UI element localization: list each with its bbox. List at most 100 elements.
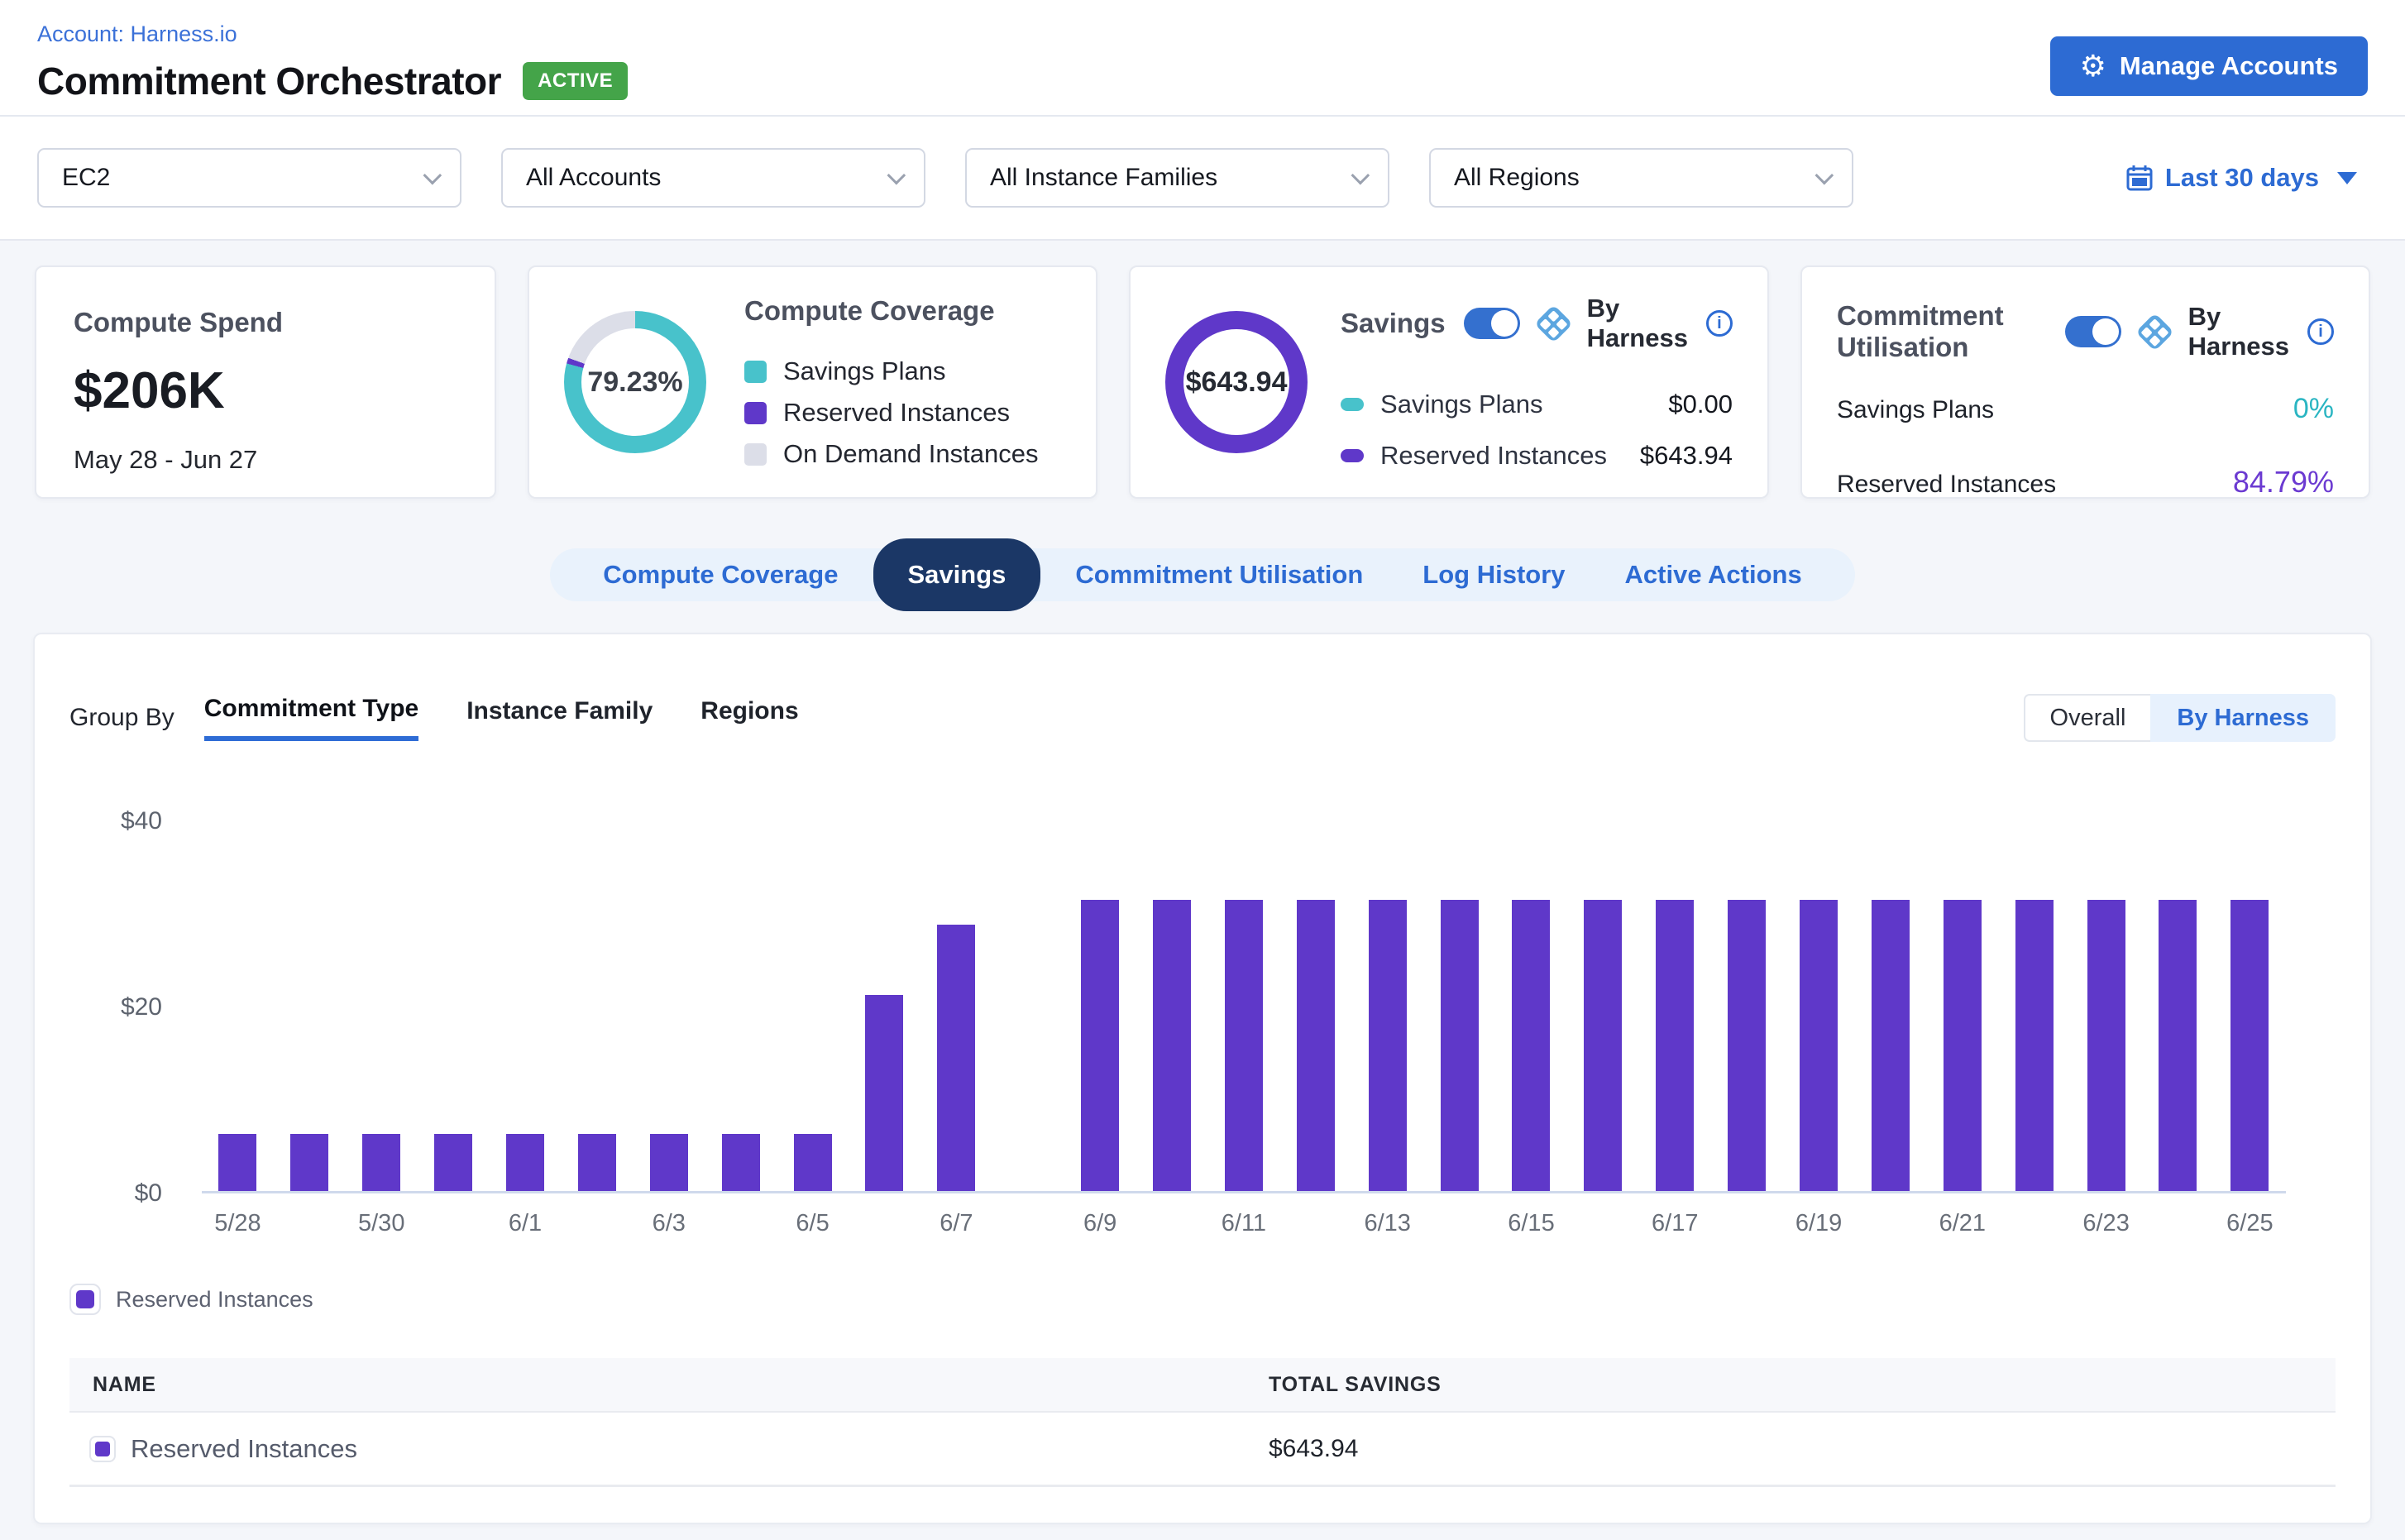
chart-bar-6/19 [1800, 900, 1838, 1191]
x-tick-label: 5/28 [202, 1210, 274, 1237]
x-tick-label: 6/13 [1351, 1210, 1423, 1237]
bar-slot [561, 821, 633, 1191]
legend-swatch [76, 1290, 94, 1308]
toggle-knob [2092, 318, 2119, 345]
x-tick-label: 6/9 [1064, 1210, 1136, 1237]
date-range-picker[interactable]: Last 30 days [2125, 163, 2357, 193]
x-tick-label [2142, 1210, 2214, 1237]
y-tick: $20 [121, 993, 162, 1021]
bar-slot [777, 821, 849, 1191]
x-axis: 5/285/306/16/36/56/76/96/116/136/156/176… [202, 1210, 2286, 1237]
harness-logo-icon [2135, 313, 2174, 352]
chevron-down-icon [1815, 166, 1834, 185]
info-icon[interactable]: i [1706, 310, 1733, 337]
row-name: Reserved Instances [131, 1434, 357, 1464]
reserved-instances-legend-checkbox[interactable] [69, 1284, 101, 1315]
chart-bar-6/7 [937, 925, 975, 1191]
bar-slot [1854, 821, 1926, 1191]
account-link[interactable]: Account: Harness.io [37, 22, 237, 47]
tabbar: Compute Coverage Savings Commitment Util… [550, 548, 1854, 601]
instance-families-select[interactable]: All Instance Families [965, 148, 1389, 208]
info-icon[interactable]: i [2307, 318, 2334, 345]
x-tick-label: 6/5 [777, 1210, 849, 1237]
service-select[interactable]: EC2 [37, 148, 461, 208]
column-name: NAME [69, 1373, 1269, 1397]
chart-bar-6/18 [1728, 900, 1766, 1191]
tab-log-history[interactable]: Log History [1393, 560, 1595, 590]
tab-active-actions[interactable]: Active Actions [1595, 560, 1832, 590]
chart-bar-6/15 [1512, 900, 1550, 1191]
compute-spend-value: $206K [74, 361, 457, 420]
segment-by-harness[interactable]: By Harness [2150, 694, 2336, 742]
filter-bar: EC2 All Accounts All Instance Families A… [0, 117, 2405, 241]
bar-slot [1207, 821, 1279, 1191]
groupby-label: Group By [69, 704, 175, 732]
x-tick-label: 5/30 [346, 1210, 418, 1237]
x-tick-label: 6/21 [1926, 1210, 1998, 1237]
x-tick-label [1854, 1210, 1926, 1237]
tab-savings[interactable]: Savings [873, 538, 1041, 611]
savings-title: Savings [1341, 308, 1446, 339]
x-tick-label [992, 1210, 1064, 1237]
bar-slot [1567, 821, 1639, 1191]
tab-compute-coverage[interactable]: Compute Coverage [573, 560, 868, 590]
tab-commitment-utilisation[interactable]: Commitment Utilisation [1045, 560, 1393, 590]
chart-bar-6/23 [2087, 900, 2125, 1191]
chevron-down-icon [887, 166, 906, 185]
legend-label: Savings Plans [1380, 390, 1542, 419]
x-tick-label: 6/19 [1783, 1210, 1855, 1237]
table-row[interactable]: Reserved Instances $643.94 [69, 1413, 2336, 1487]
groupby-commitment-type[interactable]: Commitment Type [204, 695, 418, 741]
coverage-legend-item: On Demand Instances [744, 439, 1038, 469]
x-tick-label [1423, 1210, 1495, 1237]
groupby-regions[interactable]: Regions [700, 697, 798, 739]
bar-slot [1639, 821, 1711, 1191]
accounts-select[interactable]: All Accounts [501, 148, 925, 208]
chart-bar-6/6 [865, 995, 903, 1191]
x-tick-label [1998, 1210, 2070, 1237]
x-tick-label [705, 1210, 777, 1237]
chart-bar-6/21 [1944, 900, 1982, 1191]
chart-bar-6/25 [2230, 900, 2269, 1191]
chart-legend[interactable]: Reserved Instances [69, 1284, 2336, 1315]
bar-slot [2214, 821, 2286, 1191]
x-tick-label [561, 1210, 633, 1237]
x-tick-label [1711, 1210, 1783, 1237]
savings-table: NAME TOTAL SAVINGS Reserved Instances $6… [69, 1358, 2336, 1487]
util-reserved-instances-label: Reserved Instances [1837, 471, 2056, 499]
coverage-legend-item: Reserved Instances [744, 398, 1038, 428]
bar-slot [1064, 821, 1136, 1191]
regions-select[interactable]: All Regions [1429, 148, 1853, 208]
x-tick-label [849, 1210, 920, 1237]
util-savings-plans-value: 0% [2293, 393, 2334, 425]
toggle-knob [1491, 310, 1518, 337]
bar-slot [1423, 821, 1495, 1191]
chart-bar-6/12 [1297, 900, 1335, 1191]
y-axis: $40 $20 $0 [69, 821, 177, 1193]
accounts-select-value: All Accounts [526, 164, 661, 192]
savings-by-harness-toggle[interactable] [1464, 308, 1520, 339]
x-tick-label: 6/3 [633, 1210, 705, 1237]
utilisation-by-harness-toggle[interactable] [2065, 316, 2121, 347]
compute-coverage-card: 79.23% Compute Coverage Savings Plans Re… [528, 265, 1097, 499]
segment-overall[interactable]: Overall [2024, 694, 2151, 742]
coverage-legend-item: Savings Plans [744, 356, 1038, 386]
app-header: Account: Harness.io Commitment Orchestra… [0, 0, 2405, 117]
manage-accounts-button[interactable]: ⚙ Manage Accounts [2050, 36, 2368, 96]
legend-label: Reserved Instances [1380, 441, 1607, 471]
page-title: Commitment Orchestrator [37, 59, 501, 103]
compute-spend-period: May 28 - Jun 27 [74, 445, 457, 475]
x-tick-label [274, 1210, 346, 1237]
chart-bar-6/1 [506, 1134, 544, 1191]
x-tick-label: 6/7 [920, 1210, 992, 1237]
gear-icon: ⚙ [2080, 51, 2106, 81]
chart-bar-5/28 [218, 1134, 256, 1191]
chart-bar-6/10 [1153, 900, 1191, 1191]
groupby-instance-family[interactable]: Instance Family [466, 697, 653, 739]
chart-bar-6/9 [1081, 900, 1119, 1191]
chart-bar-6/4 [722, 1134, 760, 1191]
regions-select-value: All Regions [1454, 164, 1580, 192]
y-tick: $40 [121, 807, 162, 835]
harness-logo-icon [1534, 304, 1573, 343]
tabs-wrap: Compute Coverage Savings Commitment Util… [0, 538, 2405, 611]
